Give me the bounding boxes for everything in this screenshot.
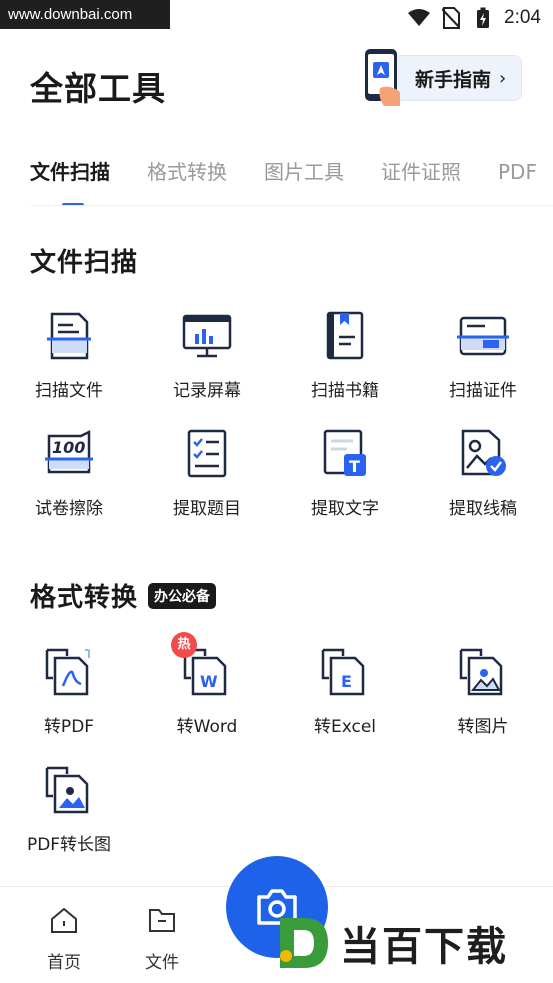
phone-guide-icon xyxy=(365,49,400,106)
status-time: 2:04 xyxy=(504,7,541,28)
extract-questions-icon xyxy=(187,429,227,478)
tool-label: 转Excel xyxy=(313,717,377,737)
tab-format-convert[interactable]: 格式转换 xyxy=(147,156,227,205)
to-excel-icon: E xyxy=(321,648,365,696)
office-essential-badge: 办公必备 xyxy=(148,582,217,609)
tool-extract-questions[interactable]: 提取题目 xyxy=(138,428,276,519)
home-icon xyxy=(51,907,77,933)
erase-exam-icon: 100 xyxy=(45,429,93,474)
nav-label: 文件 xyxy=(145,953,179,973)
hot-badge: 热 xyxy=(171,632,197,658)
tool-label: 转图片 xyxy=(457,717,509,737)
section-title-text: 文件扫描 xyxy=(30,248,139,278)
category-tabs: 文件扫描 格式转换 图片工具 证件证照 PDF xyxy=(30,156,553,206)
tool-scan-book[interactable]: 扫描书籍 xyxy=(276,310,414,401)
tool-label: 扫描文件 xyxy=(35,381,103,401)
tab-label: 格式转换 xyxy=(147,160,227,184)
wifi-icon xyxy=(408,7,431,29)
tool-label: 提取线稿 xyxy=(449,499,517,519)
record-screen-icon xyxy=(182,314,232,358)
page-title: 全部工具 xyxy=(30,69,166,108)
tab-label: PDF xyxy=(498,160,537,184)
to-pdf-icon xyxy=(45,648,90,696)
tool-scan-id-card[interactable]: 扫描证件 xyxy=(414,310,552,401)
tool-label: PDF转长图 xyxy=(26,835,112,855)
svg-text:E: E xyxy=(341,672,352,691)
tool-to-image[interactable]: 转图片 xyxy=(414,646,552,737)
tool-scan-document[interactable]: 扫描文件 xyxy=(0,310,138,401)
tool-label: 提取题目 xyxy=(173,499,241,519)
svg-text:W: W xyxy=(200,672,218,691)
section-title-convert: 格式转换 办公必备 xyxy=(30,577,217,614)
extract-line-art-icon xyxy=(461,429,506,476)
nav-home[interactable]: 首页 xyxy=(34,905,94,973)
watermark-logo: 当百下载 xyxy=(272,912,547,974)
tool-label: 转PDF xyxy=(43,717,95,737)
tab-pdf[interactable]: PDF xyxy=(498,156,537,205)
scan-document-icon xyxy=(47,312,91,360)
status-bar: 2:04 xyxy=(408,6,541,30)
tool-to-pdf[interactable]: 转PDF xyxy=(0,646,138,737)
watermark-url: www.downbai.com xyxy=(0,0,170,29)
nav-files[interactable]: 文件 xyxy=(132,905,192,973)
watermark-logo-text: 当百下载 xyxy=(340,924,508,970)
chevron-right-icon: › xyxy=(499,67,507,89)
tool-extract-text[interactable]: T 提取文字 xyxy=(276,428,414,519)
tool-extract-line-art[interactable]: 提取线稿 xyxy=(414,428,552,519)
section-title-text: 格式转换 xyxy=(30,583,139,613)
tab-label: 文件扫描 xyxy=(30,160,110,184)
active-tab-indicator xyxy=(62,203,84,205)
tool-to-word[interactable]: W 热 转Word xyxy=(138,632,276,737)
folder-icon xyxy=(149,909,175,932)
tool-pdf-to-long-image[interactable]: PDF转长图 xyxy=(0,764,138,855)
beginner-guide-label: 新手指南 xyxy=(415,68,492,91)
tab-label: 图片工具 xyxy=(264,160,344,184)
scan-id-card-icon xyxy=(457,316,509,356)
scan-book-icon xyxy=(326,311,364,360)
watermark-d-logo-icon xyxy=(280,918,328,968)
svg-text:T: T xyxy=(349,457,360,476)
beginner-guide-button[interactable]: 新手指南 › xyxy=(360,48,522,106)
no-sim-icon xyxy=(440,7,462,29)
tab-label: 证件证照 xyxy=(381,160,461,184)
svg-text:100: 100 xyxy=(52,438,85,457)
tool-label: 转Word xyxy=(176,717,238,737)
tab-id-photos[interactable]: 证件证照 xyxy=(381,156,461,205)
tool-label: 记录屏幕 xyxy=(173,381,241,401)
extract-text-icon: T xyxy=(323,429,366,476)
section-title-scan: 文件扫描 xyxy=(30,242,138,279)
tool-to-excel[interactable]: E 转Excel xyxy=(276,646,414,737)
pdf-to-long-image-icon xyxy=(45,766,89,814)
tab-image-tools[interactable]: 图片工具 xyxy=(264,156,344,205)
tool-label: 试卷擦除 xyxy=(35,499,103,519)
nav-label: 首页 xyxy=(47,953,81,973)
tool-label: 提取文字 xyxy=(311,499,379,519)
tool-erase-exam[interactable]: 100 试卷擦除 xyxy=(0,428,138,519)
tool-label: 扫描证件 xyxy=(449,381,517,401)
beginner-guide-pill[interactable]: 新手指南 › xyxy=(392,55,522,101)
to-image-icon xyxy=(459,648,503,696)
tab-file-scan[interactable]: 文件扫描 xyxy=(30,156,110,205)
battery-charging-icon xyxy=(472,7,494,29)
tool-label: 扫描书籍 xyxy=(311,381,379,401)
tool-record-screen[interactable]: 记录屏幕 xyxy=(138,310,276,401)
